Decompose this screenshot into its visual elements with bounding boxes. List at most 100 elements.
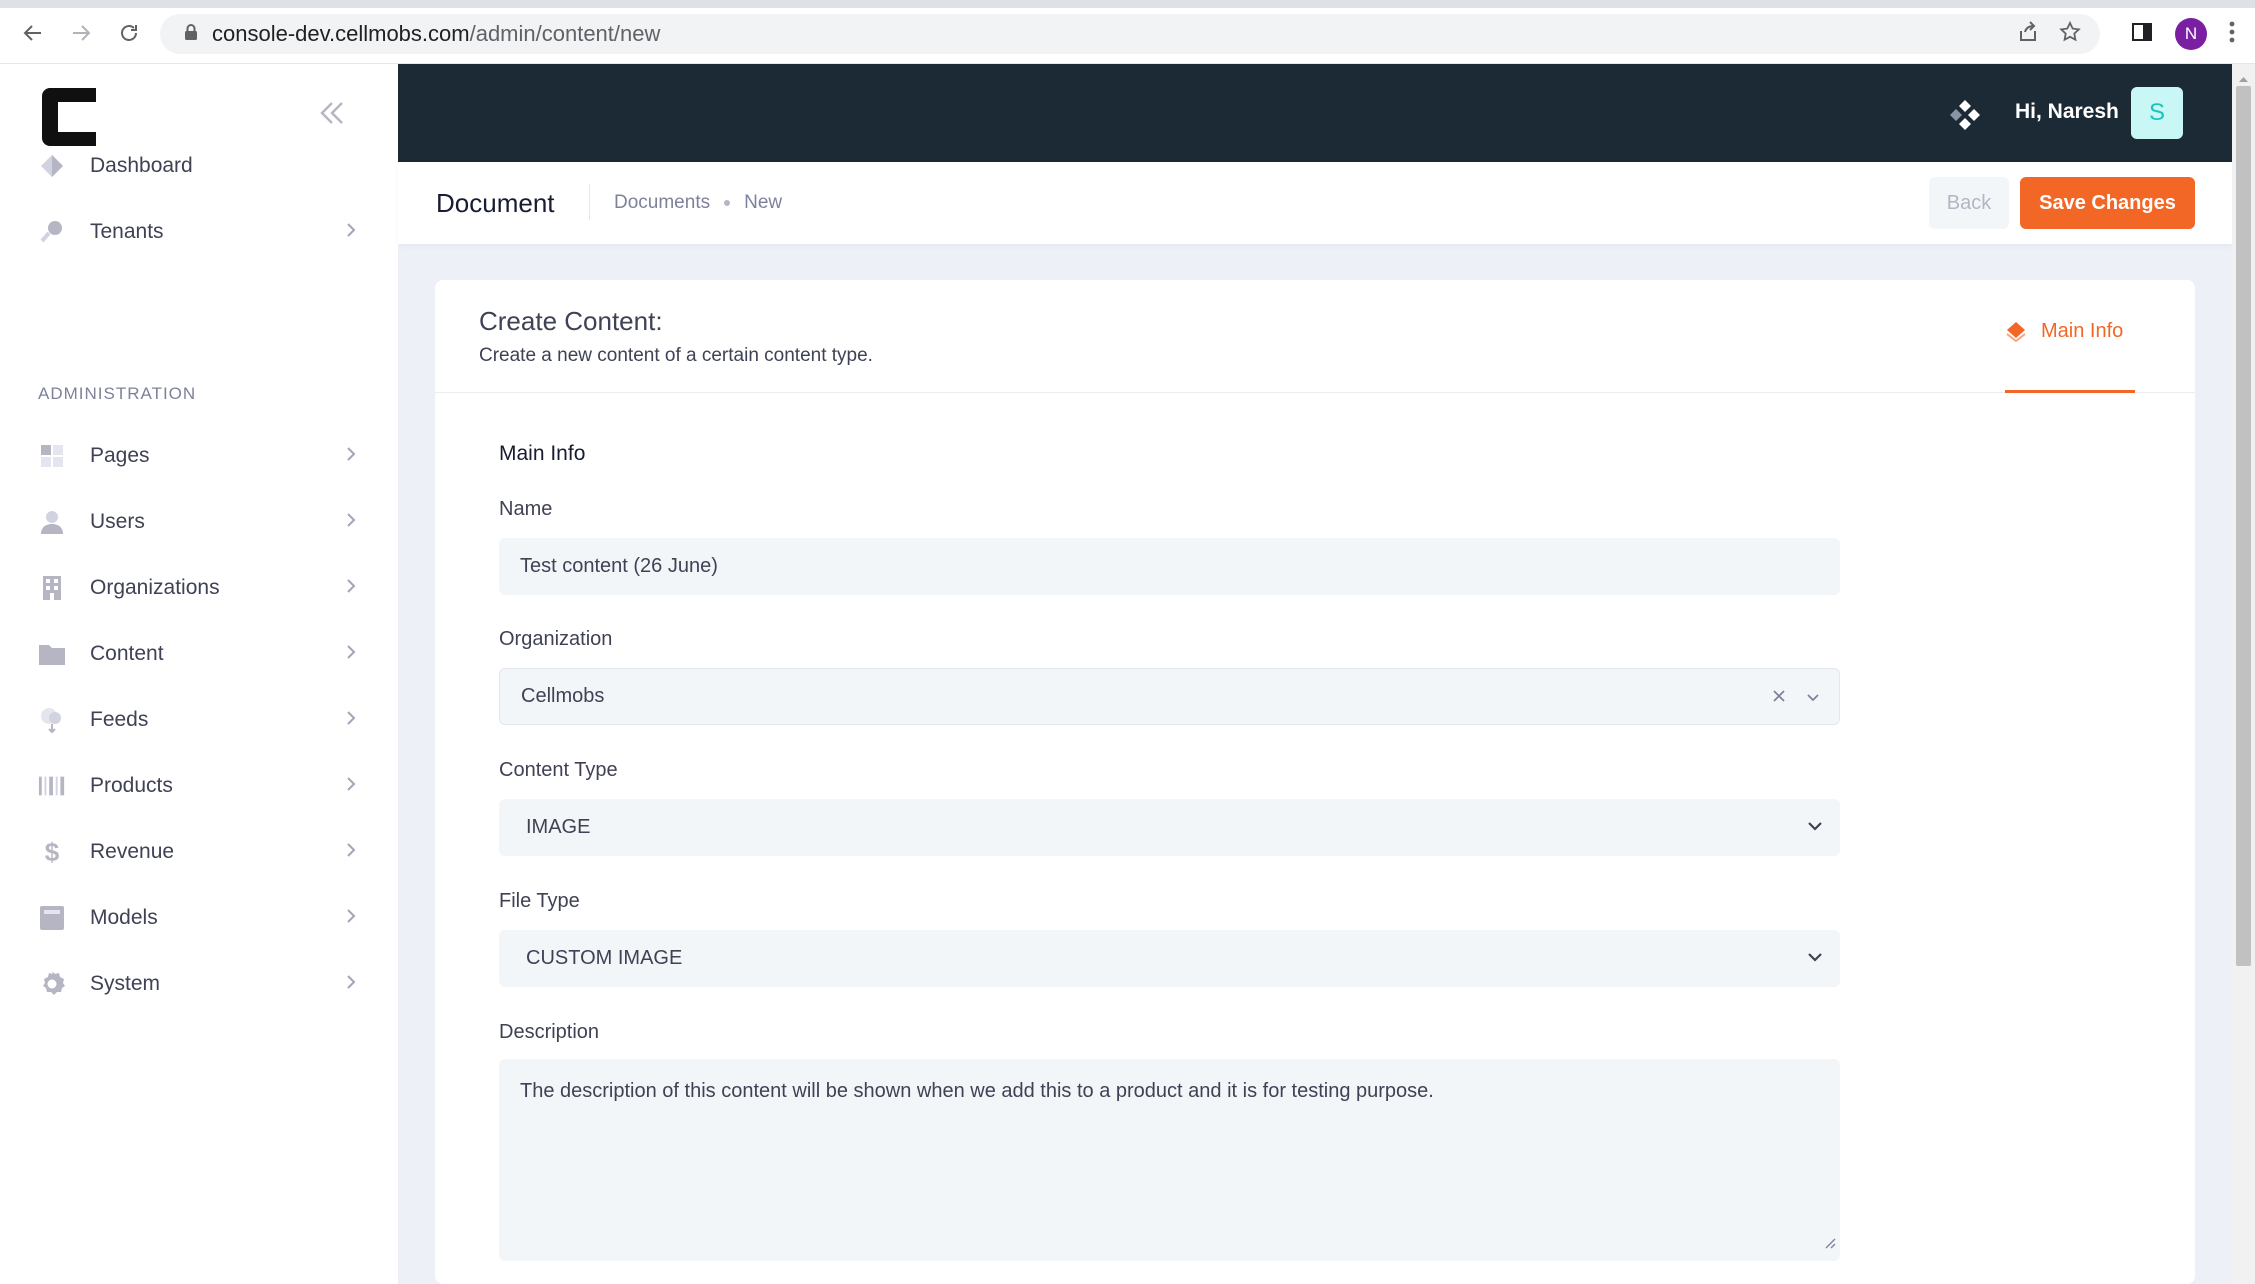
sidebar-item-label: Pages bbox=[90, 444, 150, 467]
chevron-down-icon[interactable] bbox=[1806, 817, 1824, 840]
sidebar-item-organizations[interactable]: Organizations bbox=[0, 560, 398, 616]
file-type-select-value: CUSTOM IMAGE bbox=[526, 947, 683, 969]
sidebar-item-label: Revenue bbox=[90, 840, 175, 863]
sidebar-item-dashboard[interactable]: Dashboard bbox=[0, 138, 398, 194]
sidebar-item-label: Products bbox=[90, 774, 173, 797]
chevron-down-icon[interactable] bbox=[1805, 688, 1821, 711]
chevron-right-icon bbox=[346, 710, 356, 731]
bookmark-star-icon[interactable] bbox=[2058, 20, 2082, 49]
layers-icon bbox=[2005, 320, 2027, 347]
section-title-administration: ADMINISTRATION bbox=[38, 384, 197, 403]
url-text: console-dev.cellmobs.com/admin/content/n… bbox=[212, 21, 660, 47]
description-textarea-value: The description of this content will be … bbox=[520, 1080, 1434, 1102]
sidebar-item-users[interactable]: Users bbox=[0, 494, 398, 550]
sidebar-item-content[interactable]: Content bbox=[0, 626, 398, 682]
sidebar-item-label: Dashboard bbox=[90, 154, 193, 177]
resize-grip-icon[interactable] bbox=[1822, 1229, 1836, 1257]
url-host: console-dev.cellmobs.com bbox=[212, 21, 470, 46]
lock-icon[interactable] bbox=[184, 23, 198, 46]
pages-icon bbox=[38, 442, 66, 470]
clear-icon[interactable] bbox=[1771, 687, 1787, 710]
chevron-right-icon bbox=[346, 908, 356, 929]
sidebar-item-system[interactable]: System bbox=[0, 956, 398, 1012]
kebab-menu-icon[interactable] bbox=[2229, 21, 2235, 48]
form-section-title: Main Info bbox=[499, 442, 586, 465]
sidebar-item-label: Organizations bbox=[90, 576, 220, 599]
chevron-right-icon bbox=[346, 974, 356, 995]
organization-select[interactable]: Cellmobs bbox=[499, 668, 1840, 725]
sidebar-item-feeds[interactable]: Feeds bbox=[0, 692, 398, 748]
tenants-icon bbox=[38, 218, 66, 246]
browser-toolbar: console-dev.cellmobs.com/admin/content/n… bbox=[0, 0, 2255, 64]
organization-label: Organization bbox=[499, 628, 613, 650]
sidebar-item-label: Models bbox=[90, 906, 158, 929]
chevron-right-icon bbox=[346, 512, 356, 533]
reload-icon[interactable] bbox=[114, 18, 144, 48]
barcode-icon bbox=[38, 772, 66, 800]
user-avatar[interactable]: S bbox=[2131, 87, 2183, 139]
breadcrumb-new[interactable]: New bbox=[744, 192, 782, 214]
content-type-select-value: IMAGE bbox=[526, 816, 591, 838]
save-changes-button[interactable]: Save Changes bbox=[2020, 177, 2195, 229]
collapse-sidebar-icon[interactable] bbox=[318, 100, 346, 131]
sidebar-item-pages[interactable]: Pages bbox=[0, 428, 398, 484]
sidebar-item-label: Users bbox=[90, 510, 145, 533]
top-header: Hi, Naresh S bbox=[398, 64, 2232, 162]
card-header: Create Content: Create a new content of … bbox=[435, 280, 2195, 393]
chevron-down-icon[interactable] bbox=[1806, 948, 1824, 971]
chevron-right-icon bbox=[346, 578, 356, 599]
sidebar-item-label: Tenants bbox=[90, 220, 164, 243]
tab-label: Main Info bbox=[2041, 320, 2124, 342]
tab-main-info[interactable]: Main Info bbox=[2005, 318, 2135, 393]
page-title: Document bbox=[436, 188, 555, 218]
chevron-right-icon bbox=[346, 842, 356, 863]
share-icon[interactable] bbox=[2016, 20, 2040, 49]
subheader-divider bbox=[589, 184, 590, 220]
file-type-select[interactable]: CUSTOM IMAGE bbox=[499, 930, 1840, 987]
tab-strip bbox=[0, 0, 2255, 8]
back-button[interactable]: Back bbox=[1929, 177, 2009, 229]
feeds-icon bbox=[38, 706, 66, 734]
back-arrow-icon[interactable] bbox=[18, 18, 48, 48]
sidebar-item-label: Feeds bbox=[90, 708, 149, 731]
sidebar-item-tenants[interactable]: Tenants bbox=[0, 204, 398, 260]
profile-avatar[interactable]: N bbox=[2175, 18, 2207, 50]
side-panel-icon[interactable] bbox=[2131, 21, 2153, 48]
chevron-right-icon bbox=[346, 644, 356, 665]
organizations-icon bbox=[38, 574, 66, 602]
url-path: /admin/content/new bbox=[469, 21, 661, 46]
sidebar: Dashboard Tenants ADMINISTRATION Pages U… bbox=[0, 64, 398, 1284]
chevron-right-icon bbox=[346, 776, 356, 797]
card-subtitle: Create a new content of a certain conten… bbox=[479, 345, 873, 366]
organization-select-value: Cellmobs bbox=[521, 685, 605, 707]
sidebar-item-revenue[interactable]: $ Revenue bbox=[0, 824, 398, 880]
description-textarea[interactable]: The description of this content will be … bbox=[499, 1059, 1840, 1261]
models-icon bbox=[38, 904, 66, 932]
create-content-card: Create Content: Create a new content of … bbox=[435, 280, 2195, 1284]
apps-icon[interactable] bbox=[1948, 98, 1982, 137]
tab-active-indicator bbox=[2005, 390, 2135, 393]
name-input[interactable]: Test content (26 June) bbox=[499, 538, 1840, 595]
address-bar[interactable]: console-dev.cellmobs.com/admin/content/n… bbox=[160, 14, 2100, 54]
forward-arrow-icon[interactable] bbox=[66, 18, 96, 48]
file-type-label: File Type bbox=[499, 890, 580, 912]
page-scrollbar[interactable] bbox=[2232, 64, 2255, 1284]
scrollbar-thumb[interactable] bbox=[2236, 86, 2251, 966]
sidebar-item-label: System bbox=[90, 972, 161, 995]
users-icon bbox=[38, 508, 66, 536]
sidebar-item-products[interactable]: Products bbox=[0, 758, 398, 814]
name-label: Name bbox=[499, 498, 553, 520]
content-type-select[interactable]: IMAGE bbox=[499, 799, 1840, 856]
subheader: Document Documents New Back Save Changes bbox=[398, 162, 2232, 244]
description-label: Description bbox=[499, 1021, 600, 1043]
breadcrumb-documents[interactable]: Documents bbox=[614, 192, 710, 214]
dollar-icon: $ bbox=[44, 836, 60, 867]
card-title: Create Content: bbox=[479, 306, 663, 336]
name-input-value: Test content (26 June) bbox=[520, 555, 718, 577]
breadcrumb: Documents New bbox=[614, 192, 782, 214]
user-greeting[interactable]: Hi, Naresh bbox=[2015, 100, 2119, 124]
sidebar-item-models[interactable]: Models bbox=[0, 890, 398, 946]
gear-icon bbox=[38, 970, 66, 998]
chevron-right-icon bbox=[346, 446, 356, 467]
breadcrumb-separator bbox=[724, 200, 731, 206]
